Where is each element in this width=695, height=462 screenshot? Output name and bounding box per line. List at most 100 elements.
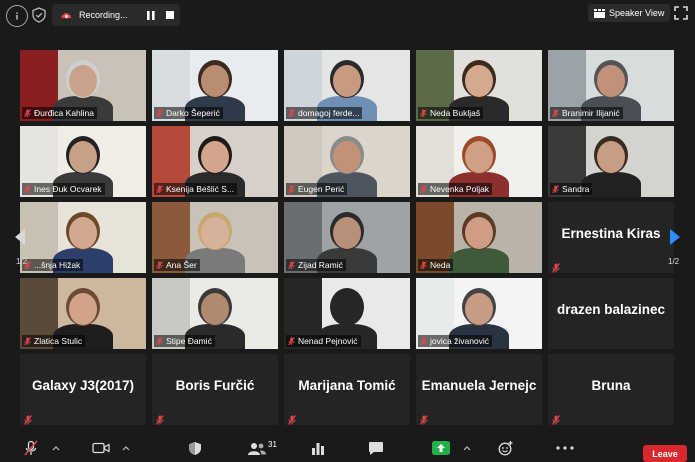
participant-tile[interactable]: domagoj ferde... bbox=[284, 50, 410, 121]
participant-tile[interactable]: Zlatica Stulic bbox=[20, 278, 146, 349]
participant-name-label: Sandra bbox=[550, 183, 593, 195]
security-shield-icon[interactable] bbox=[29, 5, 49, 25]
mic-muted-icon bbox=[156, 184, 163, 194]
participant-tile[interactable]: Eugen Perić bbox=[284, 126, 410, 197]
participant-name: Zlatica Stulic bbox=[34, 336, 83, 346]
share-screen-button[interactable] bbox=[432, 440, 450, 456]
participant-tile[interactable]: Darko Šeperić bbox=[152, 50, 278, 121]
participant-name-label: Nenad Pejnović bbox=[286, 335, 361, 347]
participant-tile[interactable]: jovica živanović bbox=[416, 278, 542, 349]
participant-tile[interactable]: Đurđica Kahlina bbox=[20, 50, 146, 121]
participant-tile[interactable]: Zijad Ramić bbox=[284, 202, 410, 273]
participant-tile[interactable]: Emanuela Jernejc bbox=[416, 354, 542, 425]
more-button[interactable] bbox=[556, 440, 574, 456]
participant-name-label: Darko Šeperić bbox=[154, 107, 223, 119]
participant-name: Marijana Tomić bbox=[298, 378, 396, 393]
participant-tile[interactable]: Bruna bbox=[548, 354, 674, 425]
participant-tile[interactable]: Stipe Đamić bbox=[152, 278, 278, 349]
speaker-view-button[interactable]: Speaker View bbox=[588, 4, 671, 22]
mic-muted-icon bbox=[552, 108, 559, 118]
mic-muted-icon bbox=[156, 412, 164, 425]
mic-muted-icon bbox=[24, 108, 31, 118]
speaker-view-label: Speaker View bbox=[609, 8, 665, 18]
participant-name: Nenad Pejnović bbox=[298, 336, 358, 346]
mic-muted-icon bbox=[156, 108, 163, 118]
participant-name-label: Branimir Ilijanić bbox=[550, 107, 623, 119]
page-indicator-right: 1/2 bbox=[668, 257, 680, 266]
participant-tile[interactable]: Ksenija Bešlić S... bbox=[152, 126, 278, 197]
previous-page-button[interactable] bbox=[12, 222, 28, 252]
mic-muted-icon bbox=[288, 412, 296, 425]
participant-tile[interactable]: Boris Furčić bbox=[152, 354, 278, 425]
participant-name: Nevenka Poljak bbox=[430, 184, 490, 194]
participant-name: Neda bbox=[430, 260, 451, 270]
mic-muted-icon bbox=[24, 184, 31, 194]
record-icon bbox=[61, 12, 72, 18]
participant-name-label: ...šnja Hižak bbox=[22, 259, 84, 271]
participant-tile[interactable]: Neda bbox=[416, 202, 542, 273]
participant-name: drazen balazinec bbox=[556, 302, 666, 317]
recording-indicator: Recording... bbox=[52, 4, 180, 26]
participant-name: Bruna bbox=[591, 378, 631, 393]
info-icon[interactable] bbox=[6, 5, 28, 27]
participant-tile[interactable]: Nenad Pejnović bbox=[284, 278, 410, 349]
mic-muted-icon bbox=[288, 336, 295, 346]
participant-name: Zijad Ramić bbox=[298, 260, 343, 270]
page-indicator-left: 1/2 bbox=[16, 257, 28, 266]
polls-button[interactable] bbox=[311, 440, 325, 456]
grid-icon bbox=[594, 8, 605, 18]
participants-button[interactable]: 31 bbox=[247, 440, 277, 456]
participant-name: Sandra bbox=[562, 184, 590, 194]
share-options-button[interactable] bbox=[463, 440, 471, 456]
participant-name-label: Neda Bukljaš bbox=[418, 107, 484, 119]
participants-icon bbox=[248, 442, 266, 455]
top-bar: Recording... Speaker View bbox=[0, 0, 695, 30]
security-icon bbox=[189, 441, 201, 455]
participant-name: Ksenija Bešlić S... bbox=[166, 184, 235, 194]
mic-muted-icon bbox=[552, 412, 560, 425]
mic-muted-icon bbox=[288, 184, 295, 194]
participant-name: Branimir Ilijanić bbox=[562, 108, 620, 118]
participant-name: ...šnja Hižak bbox=[34, 260, 81, 270]
participant-name-label: Ines Đuk Ocvarek bbox=[22, 183, 105, 195]
audio-options-button[interactable] bbox=[52, 440, 60, 456]
participant-name: Galaxy J3(2017) bbox=[31, 378, 135, 393]
fullscreen-icon[interactable] bbox=[674, 6, 688, 20]
stop-icon[interactable] bbox=[163, 8, 177, 22]
participant-tile[interactable]: Ernestina Kiras bbox=[548, 202, 674, 273]
participant-name-label: Zlatica Stulic bbox=[22, 335, 86, 347]
participant-name: Ines Đuk Ocvarek bbox=[34, 184, 102, 194]
mic-muted-icon bbox=[420, 260, 427, 270]
participant-tile[interactable]: Galaxy J3(2017) bbox=[20, 354, 146, 425]
participant-name: Neda Bukljaš bbox=[430, 108, 481, 118]
participant-tile[interactable]: drazen balazinec bbox=[548, 278, 674, 349]
participant-tile[interactable]: Marijana Tomić bbox=[284, 354, 410, 425]
participant-tile[interactable]: Ana Šer bbox=[152, 202, 278, 273]
pause-icon[interactable] bbox=[144, 8, 158, 22]
participant-tile[interactable]: Sandra bbox=[548, 126, 674, 197]
mic-muted-icon bbox=[24, 440, 38, 456]
mic-muted-icon bbox=[288, 260, 295, 270]
mute-button[interactable] bbox=[23, 440, 39, 456]
leave-button[interactable]: Leave bbox=[643, 445, 687, 462]
participant-tile[interactable]: ...šnja Hižak bbox=[20, 202, 146, 273]
more-icon bbox=[556, 446, 574, 450]
participant-tile[interactable]: Nevenka Poljak bbox=[416, 126, 542, 197]
reactions-button[interactable] bbox=[498, 440, 514, 456]
participant-name-label: Zijad Ramić bbox=[286, 259, 346, 271]
chevron-up-icon bbox=[122, 446, 130, 451]
participant-tile[interactable]: Ines Đuk Ocvarek bbox=[20, 126, 146, 197]
chevron-right-icon bbox=[670, 229, 680, 245]
security-button[interactable] bbox=[188, 440, 202, 456]
participant-tile[interactable]: Branimir Ilijanić bbox=[548, 50, 674, 121]
participant-name: Emanuela Jernejc bbox=[421, 378, 537, 393]
participant-name-label: domagoj ferde... bbox=[286, 107, 363, 119]
video-button[interactable] bbox=[92, 440, 110, 456]
chat-button[interactable] bbox=[368, 440, 384, 456]
participant-name-label: Nevenka Poljak bbox=[418, 183, 493, 195]
participant-tile[interactable]: Neda Bukljaš bbox=[416, 50, 542, 121]
video-options-button[interactable] bbox=[122, 440, 130, 456]
participant-name: Ernestina Kiras bbox=[561, 226, 661, 241]
mic-muted-icon bbox=[420, 336, 427, 346]
next-page-button[interactable] bbox=[667, 222, 683, 252]
